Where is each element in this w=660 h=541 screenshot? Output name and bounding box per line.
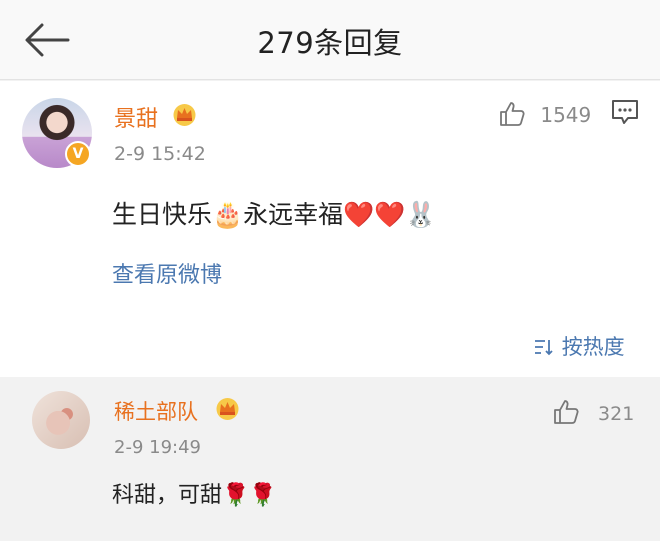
page-title: 279条回复 [257, 26, 403, 60]
reply-item: 稀土部队 2-9 19:49 科甜，可甜🌹🌹 321 [0, 377, 660, 541]
main-comment: V 景甜 2-9 15:42 生日快乐🎂永远幸福❤️❤️🐰 查看原微博 1549… [0, 81, 660, 377]
comment-time: 2-9 15:42 [114, 143, 206, 165]
view-original-link[interactable]: 查看原微博 [112, 257, 222, 289]
avatar[interactable] [32, 391, 90, 449]
like-count: 1549 [540, 103, 592, 127]
sort-icon [535, 340, 553, 356]
author-name[interactable]: 稀土部队 [114, 396, 198, 426]
thumb-up-icon [500, 102, 525, 126]
comment-text: 生日快乐🎂永远幸福❤️❤️🐰 [112, 200, 437, 229]
like-count: 321 [598, 403, 635, 425]
like-button[interactable]: 321 [552, 399, 634, 425]
verified-badge: V [65, 141, 91, 167]
crown-icon [173, 104, 196, 126]
comment-text: 科甜，可甜🌹🌹 [112, 483, 277, 508]
comment-time: 2-9 19:49 [114, 437, 201, 458]
like-button[interactable]: 1549 [498, 101, 591, 127]
top-bar: 279条回复 [0, 0, 660, 80]
crown-icon [216, 398, 239, 420]
sort-by-hot-button[interactable]: 按热度 [533, 331, 625, 361]
comment-icon[interactable] [611, 99, 639, 125]
sort-label: 按热度 [561, 335, 625, 359]
thumb-up-icon [554, 400, 579, 424]
author-name[interactable]: 景甜 [114, 101, 158, 133]
